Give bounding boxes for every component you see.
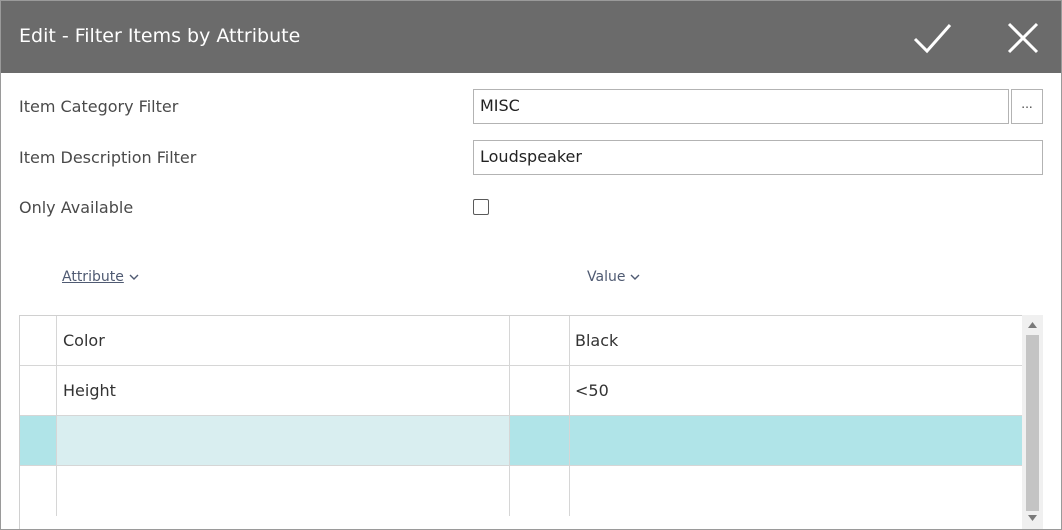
attribute-cell[interactable]: [57, 466, 510, 516]
only-available-label: Only Available: [19, 198, 134, 217]
dialog-title: Edit - Filter Items by Attribute: [19, 25, 301, 47]
row-spacer-cell: [510, 466, 570, 516]
scrollbar-thumb[interactable]: [1026, 335, 1039, 511]
chevron-down-icon: [129, 274, 139, 280]
row-selector[interactable]: [20, 366, 57, 415]
value-cell[interactable]: <50: [570, 366, 1023, 415]
row-selector[interactable]: [20, 466, 57, 516]
item-category-filter-label: Item Category Filter: [19, 97, 179, 116]
table-row[interactable]: [20, 466, 1023, 516]
filter-dialog: Edit - Filter Items by Attribute Item Ca…: [0, 0, 1062, 530]
close-button[interactable]: [997, 13, 1051, 63]
attribute-cell[interactable]: Color: [57, 316, 510, 365]
item-description-filter-label: Item Description Filter: [19, 148, 197, 167]
item-description-filter-input[interactable]: Loudspeaker: [473, 140, 1043, 175]
grid-scrollbar[interactable]: [1022, 315, 1043, 529]
row-spacer-cell: [510, 366, 570, 415]
close-icon: [1007, 22, 1039, 54]
chevron-down-icon: [630, 274, 640, 280]
row-spacer-cell: [510, 416, 570, 465]
attribute-cell[interactable]: Height: [57, 366, 510, 415]
table-row-active[interactable]: [20, 416, 1023, 466]
checkmark-icon: [913, 24, 952, 54]
value-cell[interactable]: [570, 466, 1023, 516]
row-spacer-cell: [510, 316, 570, 365]
table-row[interactable]: Color Black: [20, 316, 1023, 366]
only-available-checkbox[interactable]: [473, 199, 489, 215]
column-header-attribute-label: Attribute: [62, 269, 124, 285]
scroll-down-icon[interactable]: [1027, 514, 1038, 522]
item-category-filter-input[interactable]: MISC: [473, 89, 1009, 124]
scroll-up-icon[interactable]: [1027, 321, 1038, 329]
attribute-grid: Color Black Height <50: [19, 315, 1023, 529]
attribute-cell[interactable]: [57, 416, 510, 465]
column-header-value[interactable]: Value: [587, 269, 640, 285]
column-header-attribute[interactable]: Attribute: [62, 269, 139, 285]
column-header-value-label: Value: [587, 269, 626, 285]
row-selector[interactable]: [20, 316, 57, 365]
row-selector[interactable]: [20, 416, 57, 465]
ok-button[interactable]: [905, 13, 959, 63]
item-category-lookup-button[interactable]: ...: [1011, 89, 1043, 124]
value-cell[interactable]: Black: [570, 316, 1023, 365]
value-cell[interactable]: [570, 416, 1023, 465]
table-row[interactable]: Height <50: [20, 366, 1023, 416]
title-bar: Edit - Filter Items by Attribute: [1, 1, 1061, 73]
